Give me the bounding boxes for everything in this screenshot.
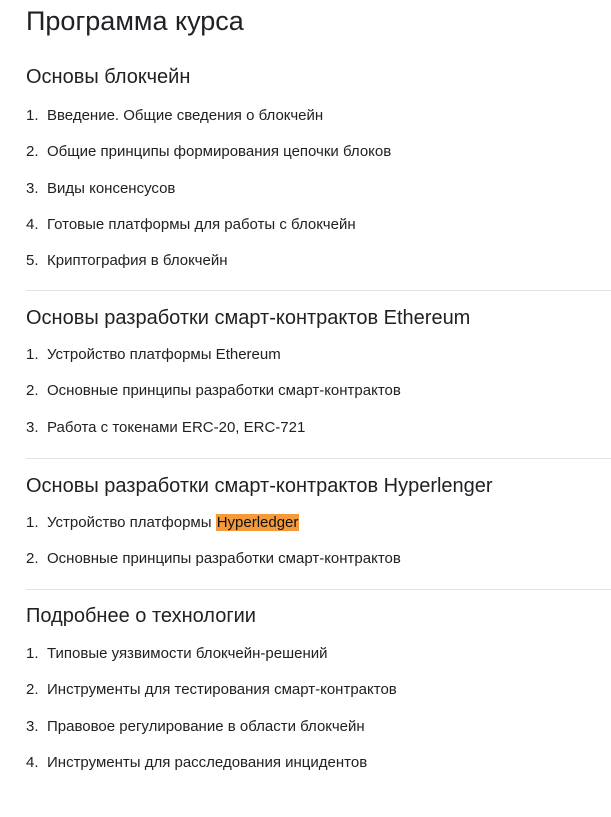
topic-list: 1. Типовые уязвимости блокчейн-решений 2.… — [26, 644, 397, 789]
item-text: Инструменты для расследования инцидентов — [47, 753, 368, 771]
item-number: 3. — [26, 418, 39, 436]
item-number: 1. — [26, 514, 39, 531]
item-text: Инструменты для тестирования смарт-контр… — [47, 681, 397, 699]
section-title: Основы блокчейн — [26, 66, 191, 88]
item-number: 4. — [26, 215, 39, 233]
list-item: 2. Общие принципы формирования цепочки бл… — [26, 142, 391, 178]
list-item: 1. Устройство платформы Ethereum — [26, 345, 401, 381]
list-item: 3. Работа с токенами ERC-20, ERC-721 — [26, 418, 401, 454]
section-title: Основы разработки смарт-контрактов Hyper… — [26, 475, 493, 497]
section-title: Основы разработки смарт-контрактов Ether… — [26, 307, 471, 329]
item-text: Готовые платформы для работы с блокчейн — [47, 215, 356, 233]
item-number: 2. — [26, 382, 39, 400]
item-number: 1. — [26, 346, 39, 363]
topic-list: 1. Введение. Общие сведения о блокчейн 2.… — [26, 106, 391, 287]
item-number: 2. — [26, 143, 39, 161]
highlighted-term: Hyperledger — [215, 514, 300, 531]
list-item: 2. Основные принципы разработки смарт-кон… — [26, 549, 401, 585]
list-item: 2. Основные принципы разработки смарт-кон… — [26, 381, 401, 417]
item-text: Правовое регулирование в области блокчей… — [47, 717, 365, 735]
item-number: 1. — [26, 645, 39, 662]
item-number: 5. — [26, 252, 39, 270]
list-item: 1. Введение. Общие сведения о блокчейн — [26, 106, 391, 142]
page-title: Программа курса — [26, 6, 244, 36]
list-item: 4. Готовые платформы для работы с блокчей… — [26, 215, 391, 251]
section-divider — [26, 290, 611, 291]
list-item: 5. Криптография в блокчейн — [26, 251, 391, 287]
list-item: 3. Виды консенсусов — [26, 179, 391, 215]
item-text: Устройство платформы — [47, 514, 216, 531]
item-number: 1. — [26, 107, 39, 124]
item-number: 3. — [26, 179, 39, 197]
item-text: Устройство платформы Ethereum — [47, 346, 281, 363]
list-item: 2. Инструменты для тестирования смарт-кон… — [26, 680, 397, 716]
item-text: Типовые уязвимости блокчейн-решений — [47, 645, 328, 662]
item-text: Криптография в блокчейн — [47, 252, 228, 270]
topic-list: 1. Устройство платформы Hyperledger 2. Осн… — [26, 513, 401, 586]
item-text: Основные принципы разработки смарт-контр… — [47, 382, 401, 400]
item-number: 2. — [26, 681, 39, 699]
section-title: Подробнее о технологии — [26, 605, 256, 627]
item-text: Работа с токенами ERC-20, ERC-721 — [47, 418, 306, 436]
list-item: 4. Инструменты для расследования инцидент… — [26, 753, 397, 789]
item-number: 3. — [26, 717, 39, 735]
item-text: Основные принципы разработки смарт-контр… — [47, 550, 401, 568]
topic-list: 1. Устройство платформы Ethereum 2. Основн… — [26, 345, 401, 454]
list-item: 3. Правовое регулирование в области блокч… — [26, 717, 397, 753]
item-number: 2. — [26, 550, 39, 568]
item-text: Виды консенсусов — [47, 179, 176, 197]
course-program-page: Программа курса Основы блокчейн 1. Введен… — [0, 0, 611, 817]
section-divider — [26, 458, 611, 459]
list-item: 1. Типовые уязвимости блокчейн-решений — [26, 644, 397, 680]
item-number: 4. — [26, 753, 39, 771]
item-text: Введение. Общие сведения о блокчейн — [47, 107, 324, 124]
item-text: Общие принципы формирования цепочки блок… — [47, 143, 392, 161]
section-divider — [26, 589, 611, 590]
list-item: 1. Устройство платформы Hyperledger — [26, 513, 401, 549]
